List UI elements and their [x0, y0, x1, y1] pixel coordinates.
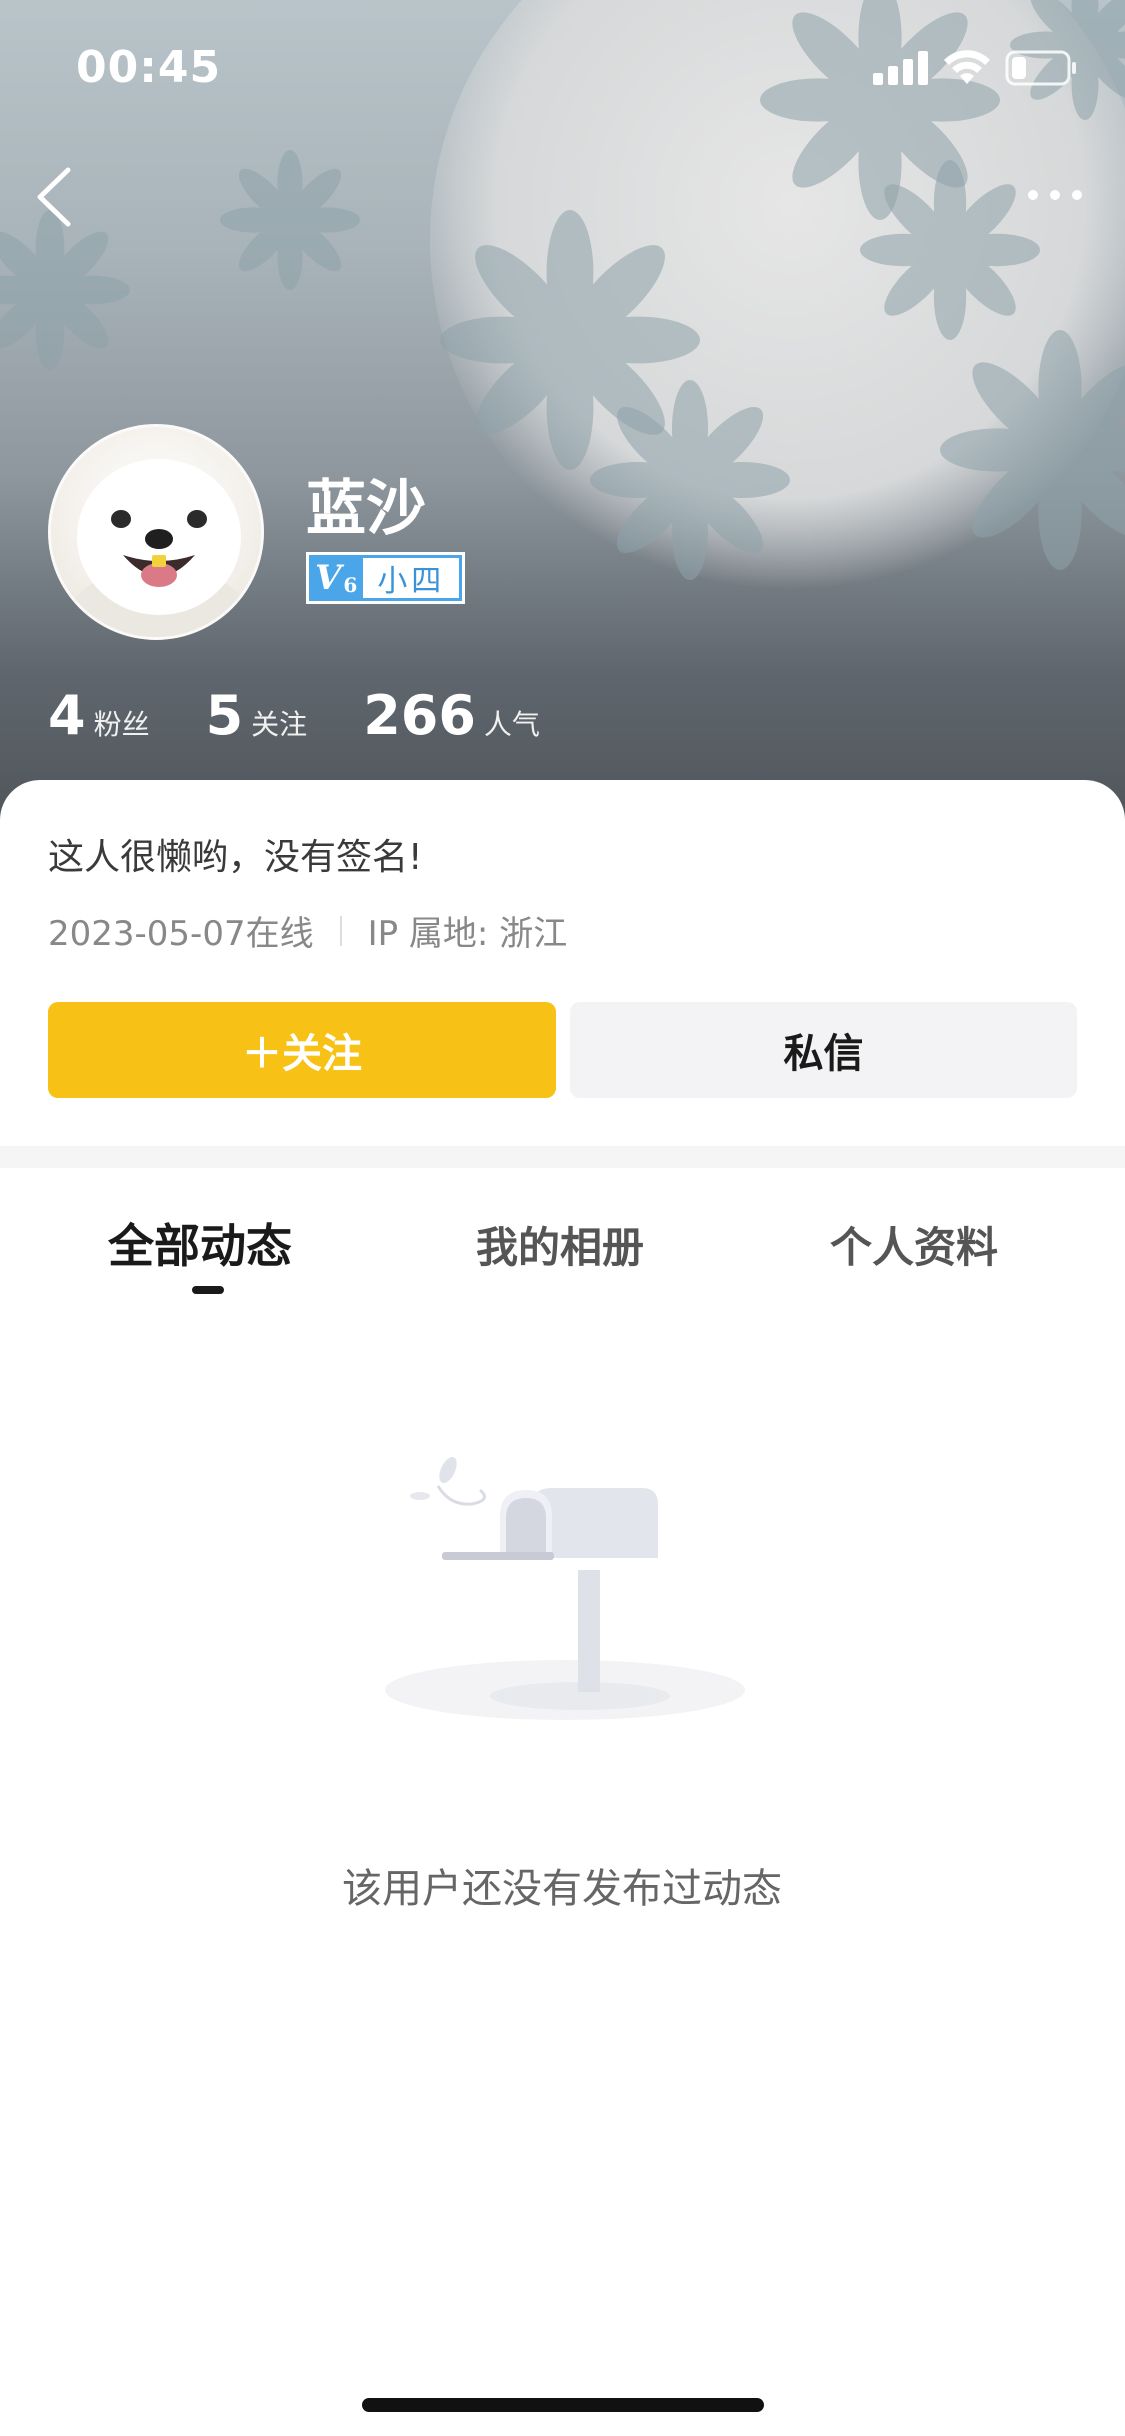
cellular-signal-icon: [873, 51, 928, 85]
stat-label: 粉丝: [93, 708, 150, 741]
profile-stats: 4 粉丝 5 关注 266 人气: [48, 684, 596, 747]
wifi-icon: [944, 50, 990, 84]
dog-avatar-image: [69, 459, 249, 637]
stat-popularity: 266 人气: [363, 684, 540, 747]
more-options-button[interactable]: [1025, 180, 1085, 210]
status-bar-time: 00:45: [76, 42, 222, 93]
meta-divider: [339, 915, 342, 946]
tab-all-posts[interactable]: 全部动态: [108, 1210, 292, 1276]
empty-mailbox-illustration: [385, 1456, 745, 1720]
background-flower-decoration: [0, 210, 130, 370]
avatar[interactable]: [48, 424, 264, 640]
level-number: 6: [343, 573, 358, 597]
level-vip-mark: V6: [309, 555, 363, 601]
profile-tabs: 全部动态 我的相册 个人资料: [0, 1210, 1125, 1290]
battery-icon: [1005, 50, 1076, 86]
background-flower-decoration: [860, 160, 1040, 340]
stat-value: 5: [205, 684, 244, 747]
follow-button[interactable]: ＋关注: [48, 1002, 556, 1098]
stat-label: 关注: [251, 708, 308, 741]
level-name: 小四: [363, 558, 460, 599]
level-prefix: V: [315, 558, 342, 598]
stat-value: 4: [48, 684, 86, 747]
empty-state-text: 该用户还没有发布过动态: [342, 1866, 782, 1912]
active-tab-indicator: [192, 1286, 224, 1294]
last-online-text: 2023-05-07在线: [48, 914, 314, 954]
background-flower-decoration: [940, 330, 1125, 570]
stat-label: 人气: [483, 708, 540, 741]
tab-albums[interactable]: 我的相册: [476, 1214, 644, 1275]
back-button[interactable]: [30, 162, 80, 232]
tab-profile-info[interactable]: 个人资料: [830, 1214, 998, 1275]
profile-meta: 2023-05-07在线 IP 属地: 浙江: [48, 906, 567, 955]
stat-value: 266: [363, 684, 476, 747]
stat-following[interactable]: 5 关注: [206, 684, 308, 747]
message-button[interactable]: 私信: [570, 1002, 1077, 1098]
background-flower-decoration: [220, 150, 360, 290]
bio-text: 这人很懒哟，没有签名!: [48, 837, 423, 878]
home-indicator: [362, 2398, 764, 2412]
level-badge: V6 小四: [306, 552, 466, 604]
status-bar-icons: [873, 50, 1077, 86]
ip-location-text: IP 属地: 浙江: [367, 914, 568, 954]
stat-fans[interactable]: 4 粉丝: [48, 684, 150, 747]
background-flower-decoration: [590, 380, 790, 580]
username: 蓝沙: [306, 474, 426, 544]
section-divider: [0, 1146, 1125, 1168]
